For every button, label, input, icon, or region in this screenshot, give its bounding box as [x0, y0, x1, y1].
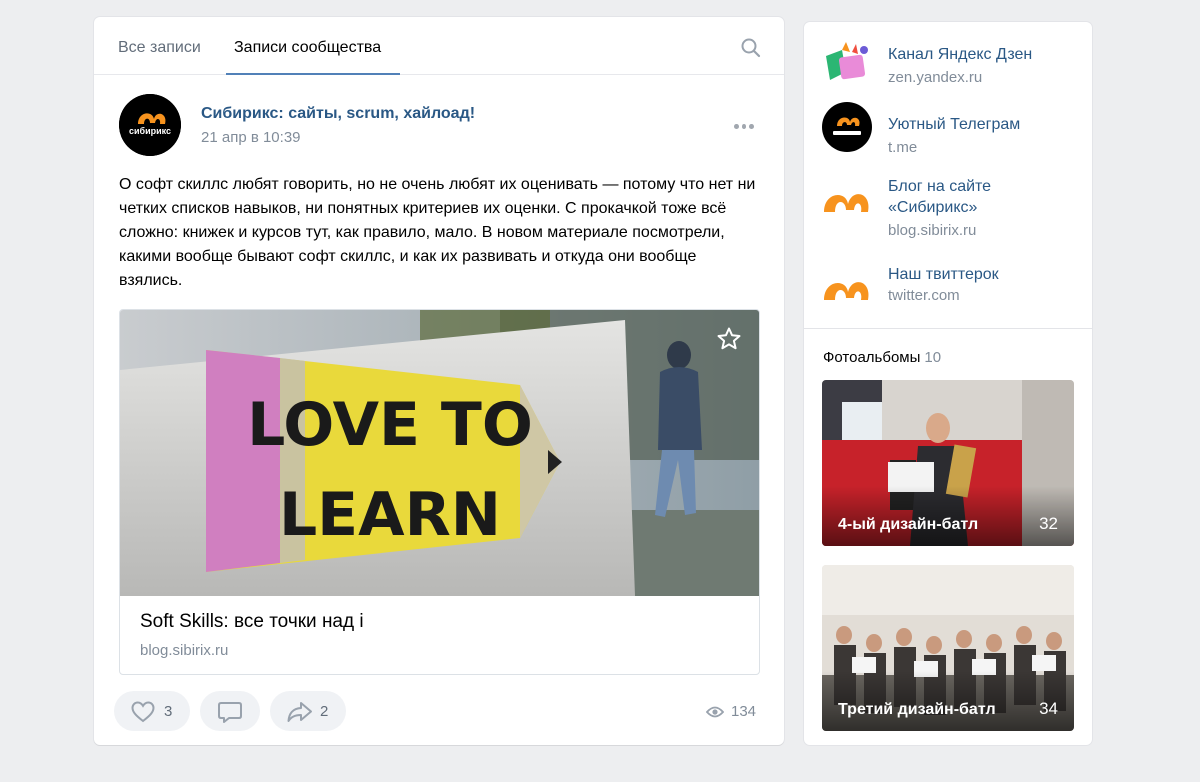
- tab-all-posts[interactable]: Все записи: [118, 39, 201, 57]
- post-text: О софт скиллс любят говорить, но не очен…: [119, 176, 756, 289]
- community-link-zen[interactable]: Канал Яндекс Дзен zen.yandex.ru: [804, 32, 1092, 92]
- photo-sign-line1: LOVE TO: [247, 390, 533, 460]
- active-tab-underline: [226, 73, 400, 75]
- post-photo[interactable]: LOVE TO LEARN: [120, 310, 759, 596]
- link-title: Soft Skills: все точки над i: [140, 611, 364, 632]
- eye-icon: [706, 706, 724, 718]
- tab-community-posts[interactable]: Записи сообщества: [234, 39, 381, 57]
- album-tile[interactable]: Третий дизайн-батл 34: [822, 565, 1074, 731]
- more-options-icon[interactable]: [734, 117, 755, 135]
- photo-sign-line2: LEARN: [279, 480, 501, 550]
- photo-albums-block: Фотоальбомы 10 4-ый дизайн-батл 32 Трети…: [804, 329, 1092, 745]
- albums-header[interactable]: Фотоальбомы 10: [823, 349, 941, 366]
- sibirix-logo-icon: [822, 102, 872, 152]
- post-author-link[interactable]: Сибирикс: сайты, scrum, хайлоад!: [201, 105, 475, 123]
- link-name: Канал Яндекс Дзен: [888, 46, 1033, 63]
- link-sub: twitter.com: [888, 287, 960, 304]
- post-card: Все записи Записи сообщества сибирикс Си…: [94, 17, 784, 745]
- post-date[interactable]: 21 апр в 10:39: [201, 129, 301, 146]
- comment-button[interactable]: [200, 691, 260, 731]
- link-name: Уютный Телеграм: [888, 116, 1021, 133]
- post-attachment: LOVE TO LEARN Soft Skills: все точки над…: [119, 309, 760, 675]
- share-button[interactable]: 2: [270, 691, 346, 731]
- sibirix-mark-icon: [822, 264, 872, 314]
- views-count: 134: [731, 703, 757, 720]
- share-count: 2: [320, 703, 329, 720]
- albums-count: 10: [924, 349, 942, 366]
- album-photo-count: 34: [1039, 699, 1058, 718]
- link-snippet[interactable]: Soft Skills: все точки над i blog.sibiri…: [120, 596, 759, 674]
- community-link-blog[interactable]: Блог на сайте «Сибирикс» blog.sibirix.ru: [804, 172, 1092, 242]
- link-name: Наш твиттерок: [888, 266, 999, 283]
- album-title: 4-ый дизайн-батл: [838, 516, 979, 533]
- link-sub: t.me: [888, 139, 918, 156]
- community-link-telegram[interactable]: Уютный Телеграм t.me: [804, 102, 1092, 162]
- community-links-block: Канал Яндекс Дзен zen.yandex.ru Уютный Т…: [804, 22, 1092, 328]
- link-name: Блог на сайте «Сибирикс»: [888, 178, 992, 216]
- community-avatar[interactable]: сибирикс: [119, 94, 181, 156]
- zen-icon: [822, 36, 872, 86]
- album-tile[interactable]: 4-ый дизайн-батл 32: [822, 380, 1074, 546]
- star-icon[interactable]: [716, 326, 742, 352]
- avatar-logo-text: сибирикс: [129, 126, 171, 136]
- link-sub: blog.sibirix.ru: [888, 222, 977, 239]
- link-sub: zen.yandex.ru: [888, 69, 983, 86]
- link-domain: blog.sibirix.ru: [140, 642, 229, 659]
- share-icon: [287, 702, 312, 722]
- wall-tabs: Все записи Записи сообщества: [94, 17, 784, 75]
- comment-icon: [218, 702, 242, 723]
- album-photo-count: 32: [1039, 514, 1058, 533]
- like-count: 3: [164, 703, 173, 720]
- heart-icon: [131, 701, 155, 723]
- search-icon[interactable]: [740, 37, 762, 59]
- like-button[interactable]: 3: [114, 691, 190, 731]
- album-title: Третий дизайн-батл: [838, 701, 996, 718]
- albums-title: Фотоальбомы: [823, 349, 921, 366]
- sibirix-mark-icon: [822, 176, 872, 226]
- community-link-twitter[interactable]: Наш твиттерок twitter.com: [804, 260, 1092, 320]
